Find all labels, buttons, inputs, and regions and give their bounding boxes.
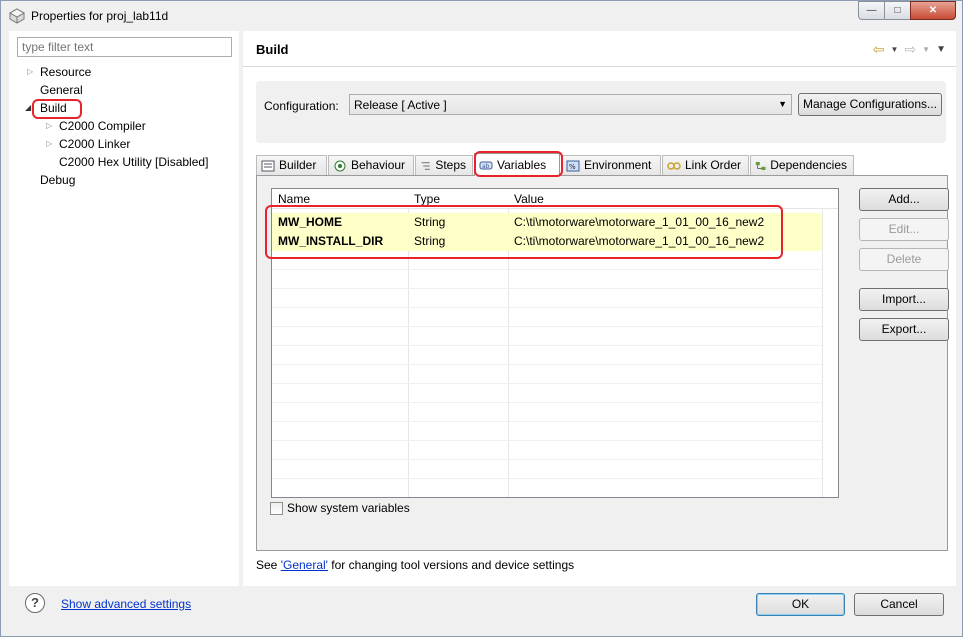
footnote-suffix: for changing tool versions and device se… bbox=[327, 558, 575, 572]
tab-label: Builder bbox=[279, 158, 317, 172]
back-arrow-icon[interactable]: ⇦ bbox=[873, 41, 885, 58]
maximize-button[interactable]: □ bbox=[884, 1, 911, 20]
export-button[interactable]: Export... bbox=[859, 318, 949, 341]
close-button[interactable]: ✕ bbox=[910, 1, 956, 20]
tab-label: Dependencies bbox=[770, 158, 847, 172]
tab-dependencies[interactable]: Dependencies bbox=[750, 155, 854, 175]
tab-link-order[interactable]: Link Order bbox=[662, 155, 749, 175]
column-header-name[interactable]: Name bbox=[278, 192, 310, 206]
page-title: Build bbox=[256, 42, 289, 57]
tab-label: Environment bbox=[584, 158, 652, 172]
dropdown-arrow-icon: ▼ bbox=[778, 99, 787, 109]
show-advanced-settings-link[interactable]: Show advanced settings bbox=[61, 597, 191, 611]
minimize-button[interactable]: — bbox=[858, 1, 885, 20]
empty-row bbox=[272, 460, 822, 479]
expand-arrow-icon[interactable]: ▷ bbox=[46, 117, 56, 135]
tab-label: Steps bbox=[435, 158, 466, 172]
empty-row bbox=[272, 403, 822, 422]
tab-behaviour[interactable]: Behaviour bbox=[328, 155, 414, 175]
rows-highlight bbox=[265, 205, 783, 259]
back-dropdown-icon[interactable]: ▼ bbox=[891, 45, 899, 54]
edit-button[interactable]: Edit... bbox=[859, 218, 949, 241]
view-menu-icon[interactable]: ▼ bbox=[936, 44, 946, 55]
forward-arrow-icon[interactable]: ⇨ bbox=[904, 41, 916, 58]
configuration-select[interactable]: Release [ Active ] ▼ bbox=[349, 94, 792, 115]
column-header-value[interactable]: Value bbox=[514, 192, 544, 206]
navigation-pane: ▷ Resource General ◢ Build ▷ C2000 Compi… bbox=[9, 31, 239, 586]
svg-text:%: % bbox=[569, 163, 576, 171]
ok-button[interactable]: OK bbox=[756, 593, 845, 616]
history-nav: ⇦ ▼ ⇨ ▼ ▼ bbox=[873, 41, 946, 58]
add-button[interactable]: Add... bbox=[859, 188, 949, 211]
window-title: Properties for proj_lab11d bbox=[31, 9, 169, 23]
content-pane: Build ⇦ ▼ ⇨ ▼ ▼ Configuration: Release [… bbox=[243, 31, 956, 586]
link-order-icon bbox=[667, 161, 681, 170]
builder-icon bbox=[261, 160, 275, 171]
empty-row bbox=[272, 441, 822, 460]
filter-input[interactable] bbox=[17, 37, 232, 57]
show-system-label: Show system variables bbox=[287, 501, 410, 515]
steps-icon bbox=[421, 161, 430, 170]
general-link[interactable]: 'General' bbox=[281, 558, 328, 572]
footnote-prefix: See bbox=[256, 558, 281, 572]
tab-bar: Builder Behaviour Steps ab Variables % E… bbox=[256, 151, 956, 177]
expand-arrow-icon[interactable]: ▷ bbox=[46, 135, 56, 153]
import-button[interactable]: Import... bbox=[859, 288, 949, 311]
tab-steps[interactable]: Steps bbox=[415, 155, 473, 175]
tab-label: Link Order bbox=[685, 158, 742, 172]
column-divider bbox=[822, 189, 823, 497]
variables-tab-highlight bbox=[474, 151, 563, 177]
empty-row bbox=[272, 308, 822, 327]
manage-configurations-button[interactable]: Manage Configurations... bbox=[798, 93, 942, 116]
tree-item-label: C2000 Compiler bbox=[59, 119, 146, 133]
column-header-type[interactable]: Type bbox=[414, 192, 440, 206]
empty-row bbox=[272, 270, 822, 289]
configuration-group: Configuration: Release [ Active ] ▼ Mana… bbox=[256, 81, 946, 143]
app-icon bbox=[9, 8, 25, 24]
footnote: See 'General' for changing tool versions… bbox=[256, 558, 574, 572]
show-system-checkbox[interactable] bbox=[270, 501, 283, 515]
behaviour-icon bbox=[334, 160, 346, 171]
empty-row bbox=[272, 346, 822, 365]
tree-item-label: C2000 Linker bbox=[59, 137, 131, 151]
environment-icon: % bbox=[566, 160, 580, 171]
tab-builder[interactable]: Builder bbox=[256, 155, 327, 175]
empty-row bbox=[272, 365, 822, 384]
show-system-variables[interactable]: Show system variables bbox=[270, 501, 410, 515]
tab-environment[interactable]: % Environment bbox=[561, 155, 661, 175]
expand-arrow-icon[interactable]: ▷ bbox=[27, 63, 37, 81]
empty-row bbox=[272, 384, 822, 403]
tree-item-label: General bbox=[40, 83, 83, 97]
build-highlight bbox=[32, 99, 82, 119]
page-header: Build ⇦ ▼ ⇨ ▼ ▼ bbox=[243, 31, 956, 67]
forward-dropdown-icon[interactable]: ▼ bbox=[922, 45, 930, 54]
dependencies-icon bbox=[755, 161, 766, 170]
tree-item-label: Resource bbox=[40, 65, 92, 79]
tree-item-label: C2000 Hex Utility [Disabled] bbox=[59, 155, 209, 169]
variables-panel: Name Type Value MW_HOME String C:\ti\mot… bbox=[256, 175, 949, 551]
delete-button[interactable]: Delete bbox=[859, 248, 949, 271]
button-bar: ? Show advanced settings OK Cancel bbox=[1, 587, 962, 637]
tree-item-label: Debug bbox=[40, 173, 76, 187]
properties-dialog: Properties for proj_lab11d — □ ✕ ▷ Resou… bbox=[0, 0, 963, 637]
configuration-value: Release [ Active ] bbox=[354, 98, 447, 112]
empty-row bbox=[272, 422, 822, 441]
tab-label: Behaviour bbox=[351, 158, 406, 172]
empty-row bbox=[272, 327, 822, 346]
empty-row bbox=[272, 289, 822, 308]
help-icon[interactable]: ? bbox=[25, 593, 45, 613]
configuration-label: Configuration: bbox=[264, 99, 339, 113]
title-bar: Properties for proj_lab11d — □ ✕ bbox=[1, 1, 962, 31]
cancel-button[interactable]: Cancel bbox=[854, 593, 944, 616]
